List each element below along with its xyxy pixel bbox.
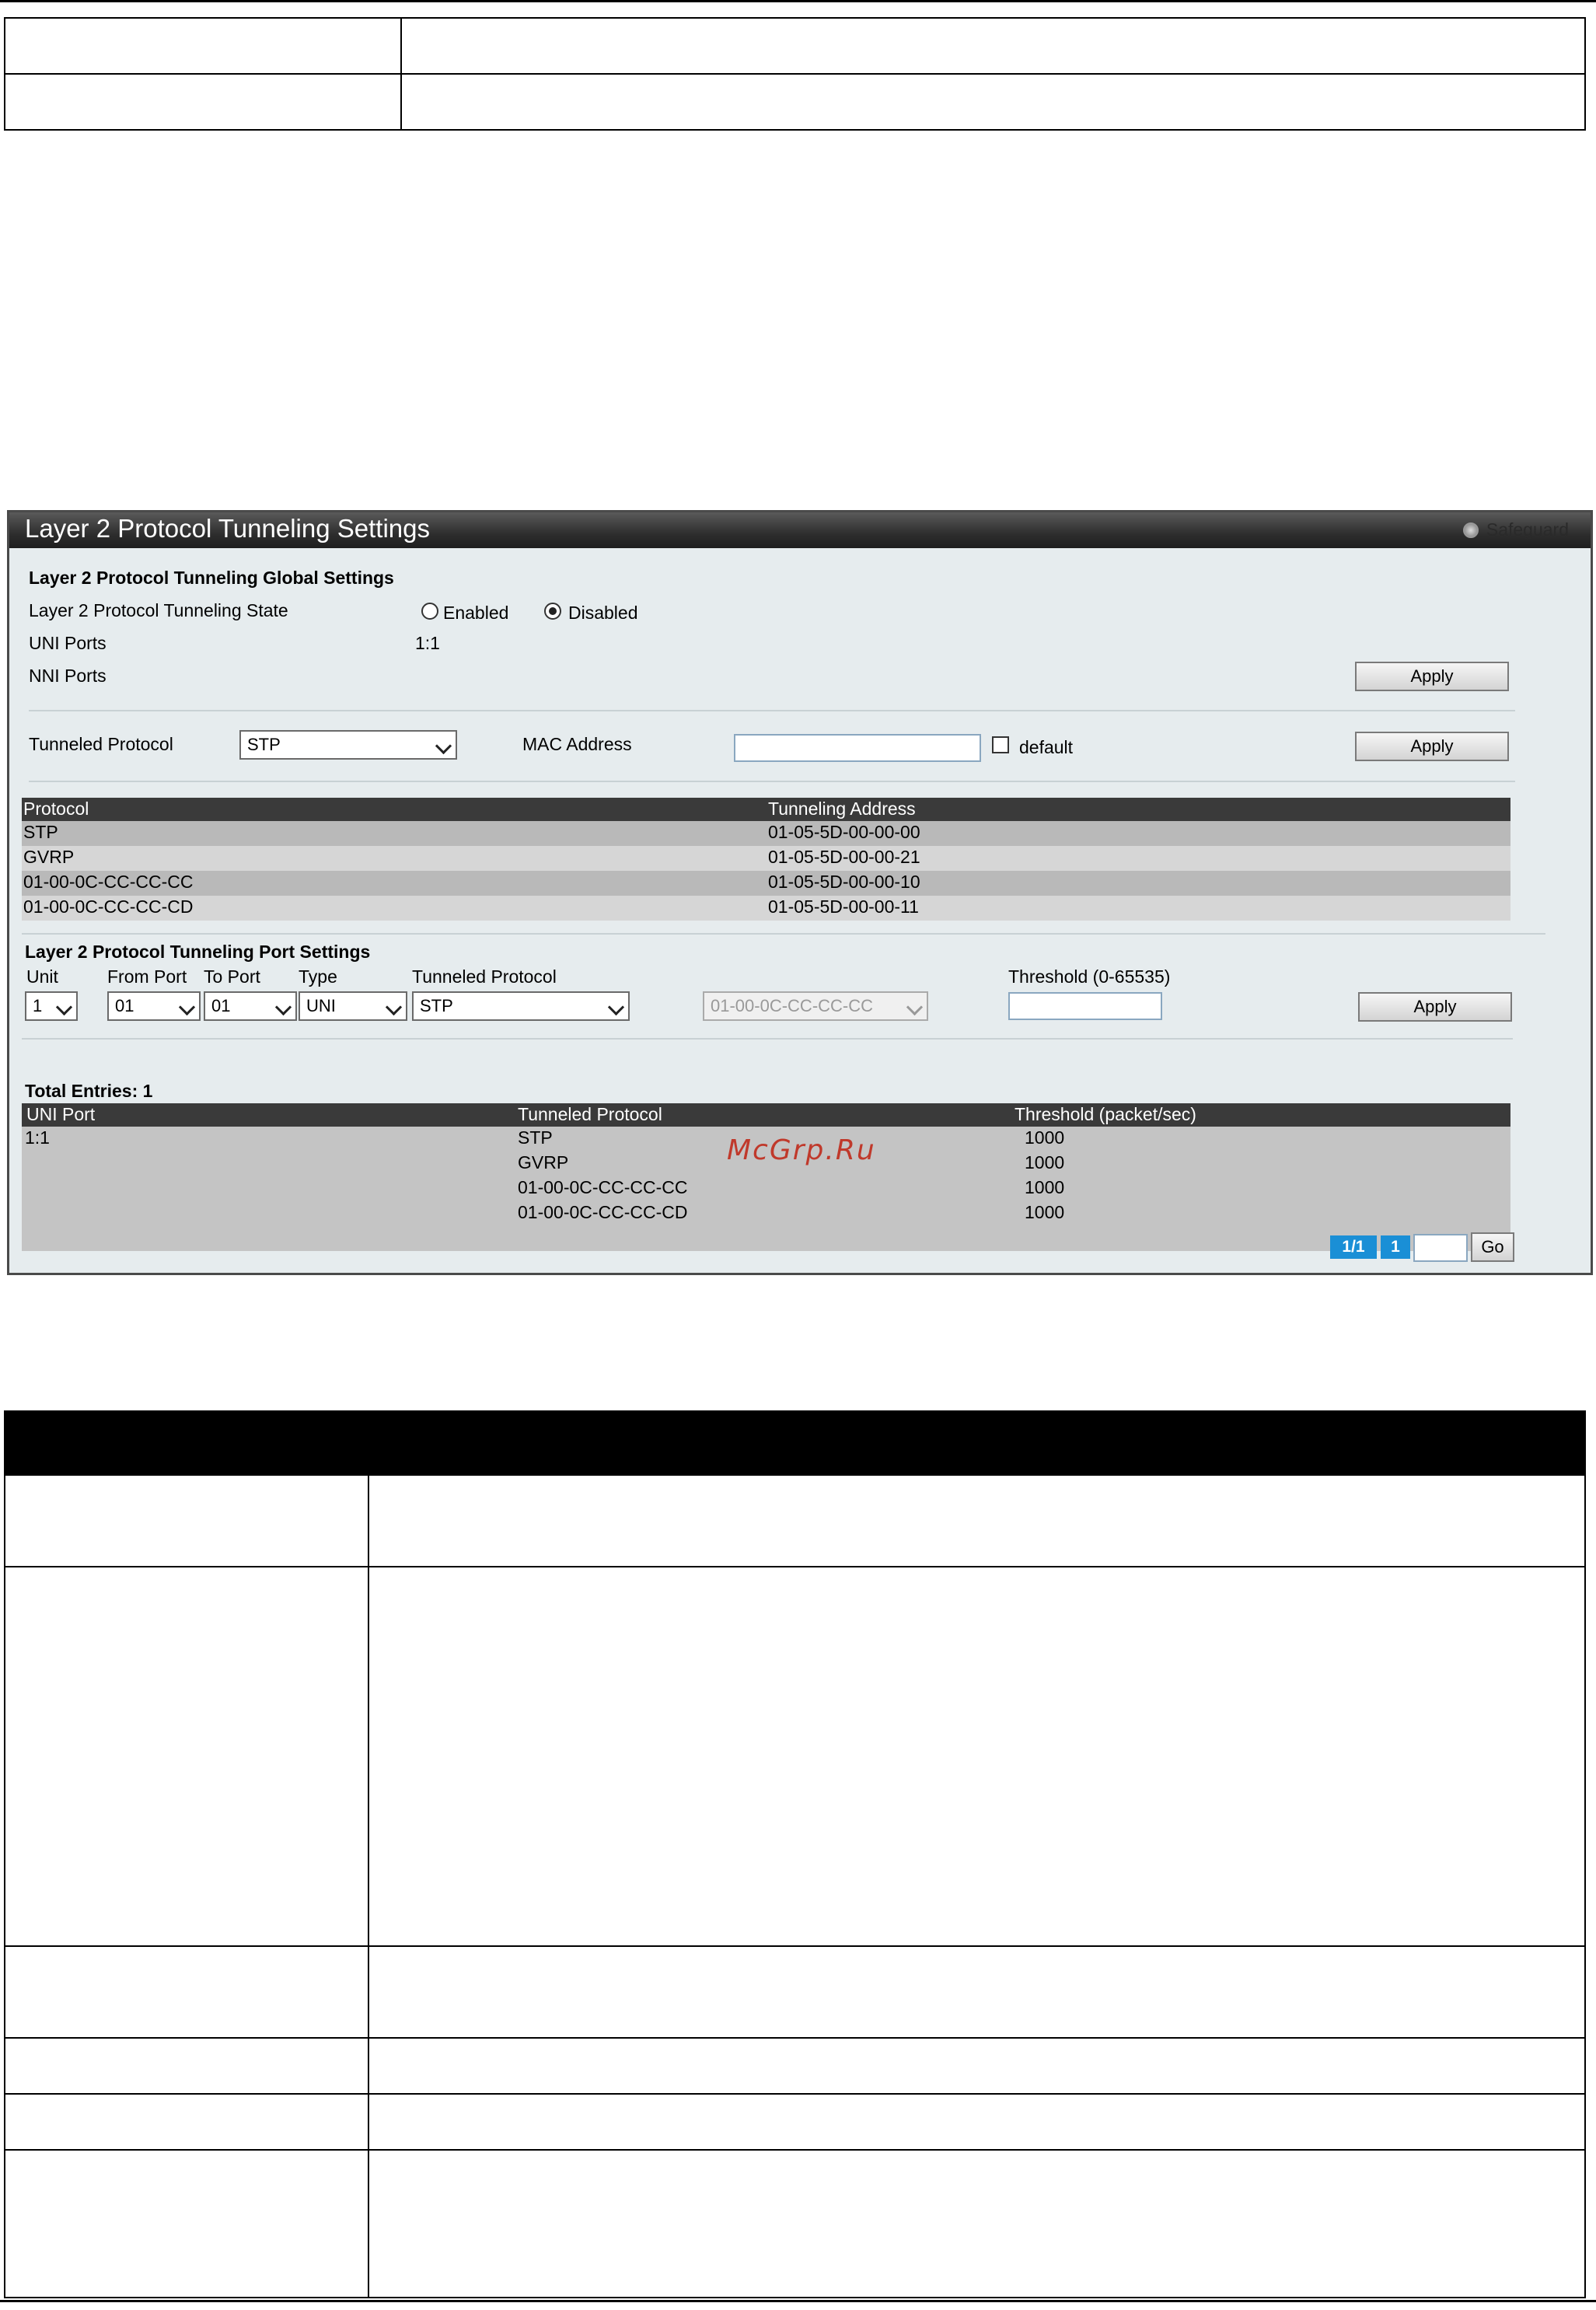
pager-current-page[interactable]: 1 [1381,1235,1410,1259]
table-row: STP 01-05-5D-00-00-00 [22,821,1510,846]
separator [29,781,1515,782]
tunneled-protocol-label: Tunneled Protocol [29,734,173,754]
safeguard-label: Safeguard [1486,519,1569,540]
entries-table: UNI Port Tunneled Protocol Threshold (pa… [22,1103,1510,1251]
pager-page-count: 1/1 [1330,1235,1377,1259]
enabled-label: Enabled [443,603,509,623]
entries-table-header: UNI Port Tunneled Protocol Threshold (pa… [22,1103,1510,1127]
pager-page-input[interactable] [1413,1234,1468,1262]
protocol-cell: GVRP [23,847,75,867]
threshold-cell: 1000 [1025,1127,1065,1148]
tunneled-protocol-cell: 01-00-0C-CC-CC-CC [518,1177,688,1197]
tunnel-apply-button[interactable]: Apply [1355,732,1509,761]
nni-ports-label: NNI Ports [29,666,107,686]
port-tunneled-protocol-select-value: STP [420,996,453,1015]
from-port-select[interactable]: 01 [107,991,201,1021]
tunneling-state-label: Layer 2 Protocol Tunneling State [29,600,288,620]
port-apply-button[interactable]: Apply [1358,992,1512,1022]
type-label: Type [299,966,337,987]
header-protocol: Protocol [23,799,89,819]
table-row: 01-00-0C-CC-CC-CD 01-05-5D-00-00-11 [22,896,1510,921]
protocol-table: Protocol Tunneling Address STP 01-05-5D-… [22,798,1510,921]
port-tunneled-protocol-label: Tunneled Protocol [412,966,557,987]
port-settings-heading: Layer 2 Protocol Tunneling Port Settings [25,942,371,962]
address-cell: 01-05-5D-00-00-10 [768,872,920,892]
address-cell: 01-05-5D-00-00-21 [768,847,920,867]
total-entries: Total Entries: 1 [25,1081,153,1101]
mac-select-disabled-value: 01-00-0C-CC-CC-CC [711,996,874,1015]
watermark: McGrp.Ru [727,1134,876,1166]
header-threshold: Threshold (packet/sec) [1015,1104,1196,1124]
to-port-label: To Port [204,966,260,987]
default-label: default [1019,737,1074,757]
type-select[interactable]: UNI [299,991,407,1021]
doc-table-top [4,17,1586,131]
to-port-select[interactable]: 01 [204,991,297,1021]
threshold-label: Threshold (0-65535) [1008,966,1171,987]
uni-port-cell: 1:1 [25,1127,50,1148]
global-settings-heading: Layer 2 Protocol Tunneling Global Settin… [29,568,394,588]
doc-table-bottom [4,1410,1586,2298]
separator [29,710,1515,711]
tunneled-protocol-cell: STP [518,1127,553,1148]
protocol-cell: STP [23,822,58,842]
address-cell: 01-05-5D-00-00-11 [768,896,919,917]
default-checkbox[interactable] [992,736,1009,753]
tunneled-protocol-select-value: STP [247,735,281,754]
settings-panel: Layer 2 Protocol Tunneling Settings Safe… [7,510,1593,1275]
disabled-label: Disabled [568,603,638,623]
address-cell: 01-05-5D-00-00-00 [768,822,920,842]
threshold-cell: 1000 [1025,1177,1065,1197]
threshold-input-value [1010,996,1015,1016]
threshold-cell: 1000 [1025,1202,1065,1222]
page-bottom-rule [0,2300,1596,2302]
page-top-rule [0,0,1596,2]
header-tunneled-protocol: Tunneled Protocol [518,1104,662,1124]
mac-select-disabled: 01-00-0C-CC-CC-CC [703,991,928,1021]
threshold-input[interactable] [1008,992,1162,1020]
unit-select[interactable]: 1 [25,991,78,1021]
panel-title-bar: Layer 2 Protocol Tunneling Settings Safe… [9,512,1591,548]
separator [22,933,1545,935]
header-uni-port: UNI Port [26,1104,96,1124]
protocol-cell: 01-00-0C-CC-CC-CC [23,872,194,892]
enabled-radio[interactable] [421,603,438,620]
separator [22,1038,1513,1040]
mac-address-input[interactable] [734,734,981,762]
protocol-cell: 01-00-0C-CC-CC-CD [23,896,194,917]
tunneled-protocol-select[interactable]: STP [239,730,457,760]
threshold-cell: 1000 [1025,1152,1065,1172]
table-row: GVRP 01-05-5D-00-00-21 [22,846,1510,871]
uni-ports-value: 1:1 [415,633,440,653]
port-tunneled-protocol-select[interactable]: STP [412,991,630,1021]
mac-address-input-value [735,738,740,758]
pager-page-input-value [1415,1238,1418,1258]
tunneled-protocol-cell: 01-00-0C-CC-CC-CD [518,1202,688,1222]
safeguard-indicator[interactable]: Safeguard [1462,519,1569,540]
global-apply-button[interactable]: Apply [1355,662,1509,691]
unit-label: Unit [26,966,58,987]
protocol-table-header: Protocol Tunneling Address [22,798,1510,821]
pager-go-button[interactable]: Go [1471,1232,1514,1262]
panel-title: Layer 2 Protocol Tunneling Settings [25,514,430,543]
tunneled-protocol-cell: GVRP [518,1152,569,1172]
header-tunneling-address: Tunneling Address [768,799,916,819]
from-port-label: From Port [107,966,187,987]
safeguard-status-icon [1462,522,1479,538]
uni-ports-label: UNI Ports [29,633,107,653]
mac-address-label: MAC Address [522,734,632,754]
table-row: 01-00-0C-CC-CC-CC 01-05-5D-00-00-10 [22,871,1510,896]
disabled-radio[interactable] [544,603,561,620]
